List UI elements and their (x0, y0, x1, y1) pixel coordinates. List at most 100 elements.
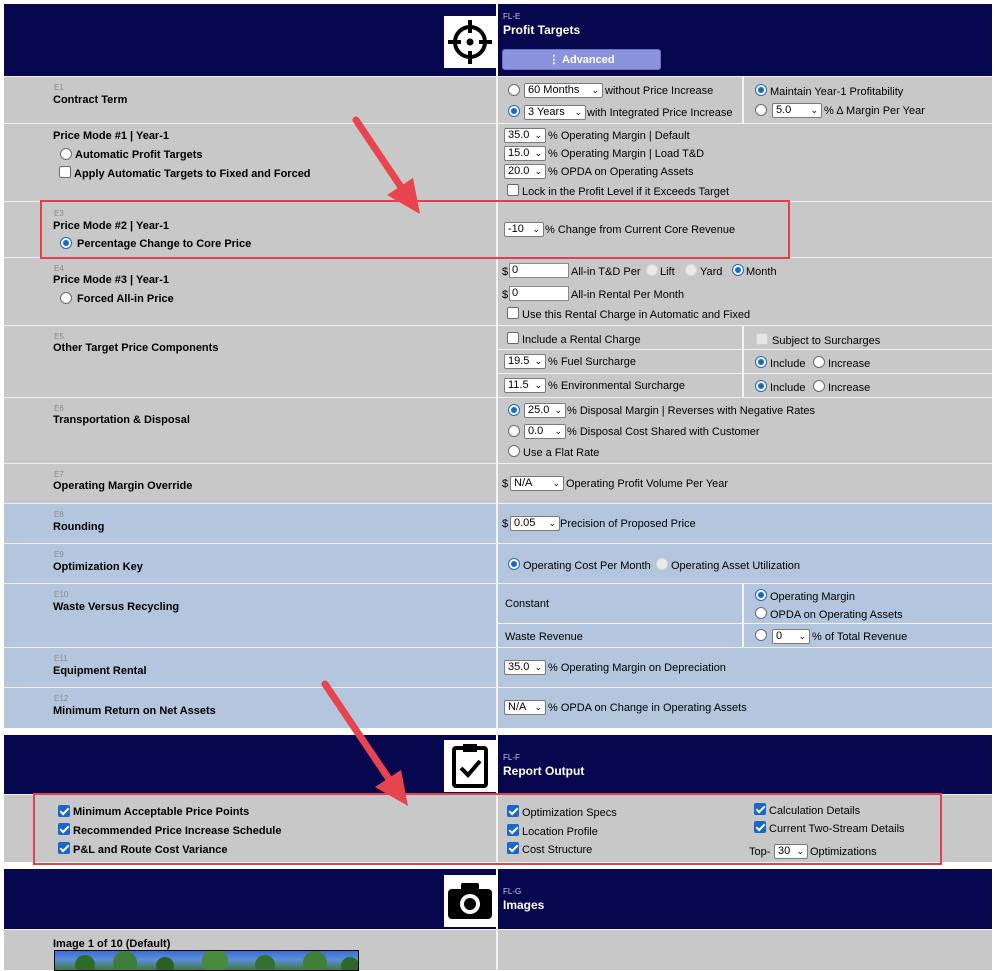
row-label: Transportation & Disposal (53, 414, 190, 426)
disp-shared-select[interactable]: 0.0 ⌄ (524, 424, 566, 439)
yard-text: Yard (700, 266, 723, 278)
include-rental-text: Include a Rental Charge (522, 334, 641, 346)
margin-change-radio[interactable] (755, 104, 767, 116)
env-select[interactable]: 11.5 ⌄ (504, 378, 546, 393)
row-code: E9 (54, 550, 64, 559)
opda-radio[interactable] (755, 607, 767, 619)
row-label: Operating Margin Override (53, 480, 193, 492)
asset-util-text: Operating Asset Utilization (671, 560, 801, 572)
row-code: E4 (54, 264, 64, 273)
section-code: FL-E (503, 12, 521, 21)
term-months-text: without Price Increase (605, 85, 714, 97)
lift-radio[interactable] (646, 264, 658, 276)
pct-revenue-radio[interactable] (755, 629, 767, 641)
auto-profit-radio[interactable] (60, 148, 72, 160)
term-years-text: with Integrated Price Increase (587, 107, 733, 119)
lock-profit-checkbox[interactable] (507, 184, 519, 196)
load-margin-text: % Operating Margin | Load T&D (548, 148, 705, 160)
image-thumbnail[interactable] (54, 950, 359, 971)
apply-auto-text: Apply Automatic Targets to Fixed and For… (74, 168, 311, 180)
section-title: Profit Targets (503, 23, 581, 37)
opda-select[interactable]: 20.0 ⌄ (504, 164, 546, 179)
opda-text: % OPDA on Operating Assets (548, 166, 694, 178)
auto-profit-text: Automatic Profit Targets (75, 149, 203, 161)
use-rental-text: Use this Rental Charge in Automatic and … (522, 309, 751, 321)
use-rental-checkbox[interactable] (507, 307, 519, 319)
cost-per-month-radio[interactable] (508, 558, 520, 570)
subject-surcharges-checkbox[interactable] (756, 333, 768, 345)
row-code: E11 (54, 654, 68, 663)
load-margin-select[interactable]: 15.0 ⌄ (504, 146, 546, 161)
min-return-select[interactable]: N/A ⌄ (504, 700, 546, 715)
target-crosshair-icon (444, 16, 496, 68)
pct-revenue-text: % of Total Revenue (812, 631, 908, 643)
margin-change-select[interactable]: 5.0 ⌄ (772, 103, 822, 118)
fuel-increase-radio[interactable] (813, 356, 825, 368)
dollar-sign: $ (502, 478, 509, 490)
month-text: Month (746, 266, 777, 278)
fuel-include-text: Include (770, 358, 806, 370)
include-rental-checkbox[interactable] (507, 332, 519, 344)
td-text: All-in T&D Per (571, 266, 641, 278)
asset-util-radio[interactable] (656, 558, 668, 570)
op-margin-select[interactable]: 35.0 ⌄ (504, 128, 546, 143)
section-code: FL-G (503, 887, 522, 896)
env-include-radio[interactable] (755, 380, 767, 392)
row-label: Waste Versus Recycling (53, 601, 180, 613)
highlight-box-price-mode-2 (40, 200, 790, 259)
disp-shared-radio[interactable] (508, 425, 520, 437)
disp-margin-radio[interactable] (508, 404, 520, 416)
term-months-select[interactable]: 60 Months ⌄ (524, 83, 603, 98)
row-code: E7 (54, 470, 64, 479)
row-label: Other Target Price Components (53, 342, 219, 354)
advanced-button[interactable]: ⋮ Advanced (502, 49, 661, 70)
forced-price-radio[interactable] (60, 292, 72, 304)
section-title: Report Output (503, 764, 585, 778)
override-text: Operating Profit Volume Per Year (566, 478, 729, 490)
dollar-sign: $ (502, 266, 509, 278)
row-code: E10 (54, 590, 69, 599)
dollar-sign: $ (502, 518, 509, 530)
row-label: Price Mode #3 | Year-1 (53, 274, 169, 286)
camera-icon (444, 875, 496, 927)
term-years-radio[interactable] (508, 105, 520, 117)
highlight-box-report-output (33, 793, 942, 865)
row-code: E12 (54, 694, 69, 703)
yard-radio[interactable] (685, 264, 697, 276)
row-rounding: E8 Rounding $ 0.05 ⌄ Precision of Propose… (4, 503, 992, 543)
waste-revenue-text: Waste Revenue (505, 631, 583, 643)
row-label: Equipment Rental (53, 665, 147, 677)
row-other-components: E5 Other Target Price Components Include… (4, 325, 992, 398)
rental-input[interactable]: 0 (509, 286, 569, 301)
disp-shared-text: % Disposal Cost Shared with Customer (567, 426, 760, 438)
margin-change-text: % Δ Margin Per Year (824, 105, 925, 117)
term-months-radio[interactable] (508, 84, 520, 96)
env-increase-radio[interactable] (813, 380, 825, 392)
apply-auto-checkbox[interactable] (59, 166, 71, 178)
image-label: Image 1 of 10 (Default) (53, 938, 171, 950)
maintain-profitability-radio[interactable] (755, 84, 767, 96)
row-label: Optimization Key (53, 561, 143, 573)
equipment-select[interactable]: 35.0 ⌄ (504, 660, 546, 675)
pct-revenue-select[interactable]: 0 ⌄ (772, 629, 810, 644)
row-price-mode-3: E4 Price Mode #3 | Year-1 Forced All-in … (4, 257, 992, 325)
flat-rate-radio[interactable] (508, 445, 520, 457)
profit-targets-header: FL-E Profit Targets (4, 4, 992, 76)
month-radio[interactable] (732, 264, 744, 276)
forced-price-text: Forced All-in Price (77, 293, 174, 305)
td-input[interactable]: 0 (509, 263, 569, 278)
disp-margin-select[interactable]: 25.0 ⌄ (524, 403, 566, 418)
op-margin-radio[interactable] (755, 589, 767, 601)
fuel-select[interactable]: 19.5 ⌄ (504, 354, 546, 369)
row-label: Rounding (53, 521, 105, 533)
override-select[interactable]: N/A ⌄ (510, 476, 564, 491)
rounding-select[interactable]: 0.05 ⌄ (510, 516, 560, 531)
row-equipment-rental: E11 Equipment Rental 35.0 ⌄ % Operating M… (4, 647, 992, 687)
fuel-increase-text: Increase (828, 358, 871, 370)
fuel-include-radio[interactable] (755, 356, 767, 368)
section-title: Images (503, 898, 545, 912)
row-min-return: E12 Minimum Return on Net Assets N/A ⌄ % … (4, 687, 992, 728)
term-years-select[interactable]: 3 Years ⌄ (524, 105, 586, 120)
row-code: E8 (54, 510, 64, 519)
images-content: Image 1 of 10 (Default) (4, 929, 992, 971)
